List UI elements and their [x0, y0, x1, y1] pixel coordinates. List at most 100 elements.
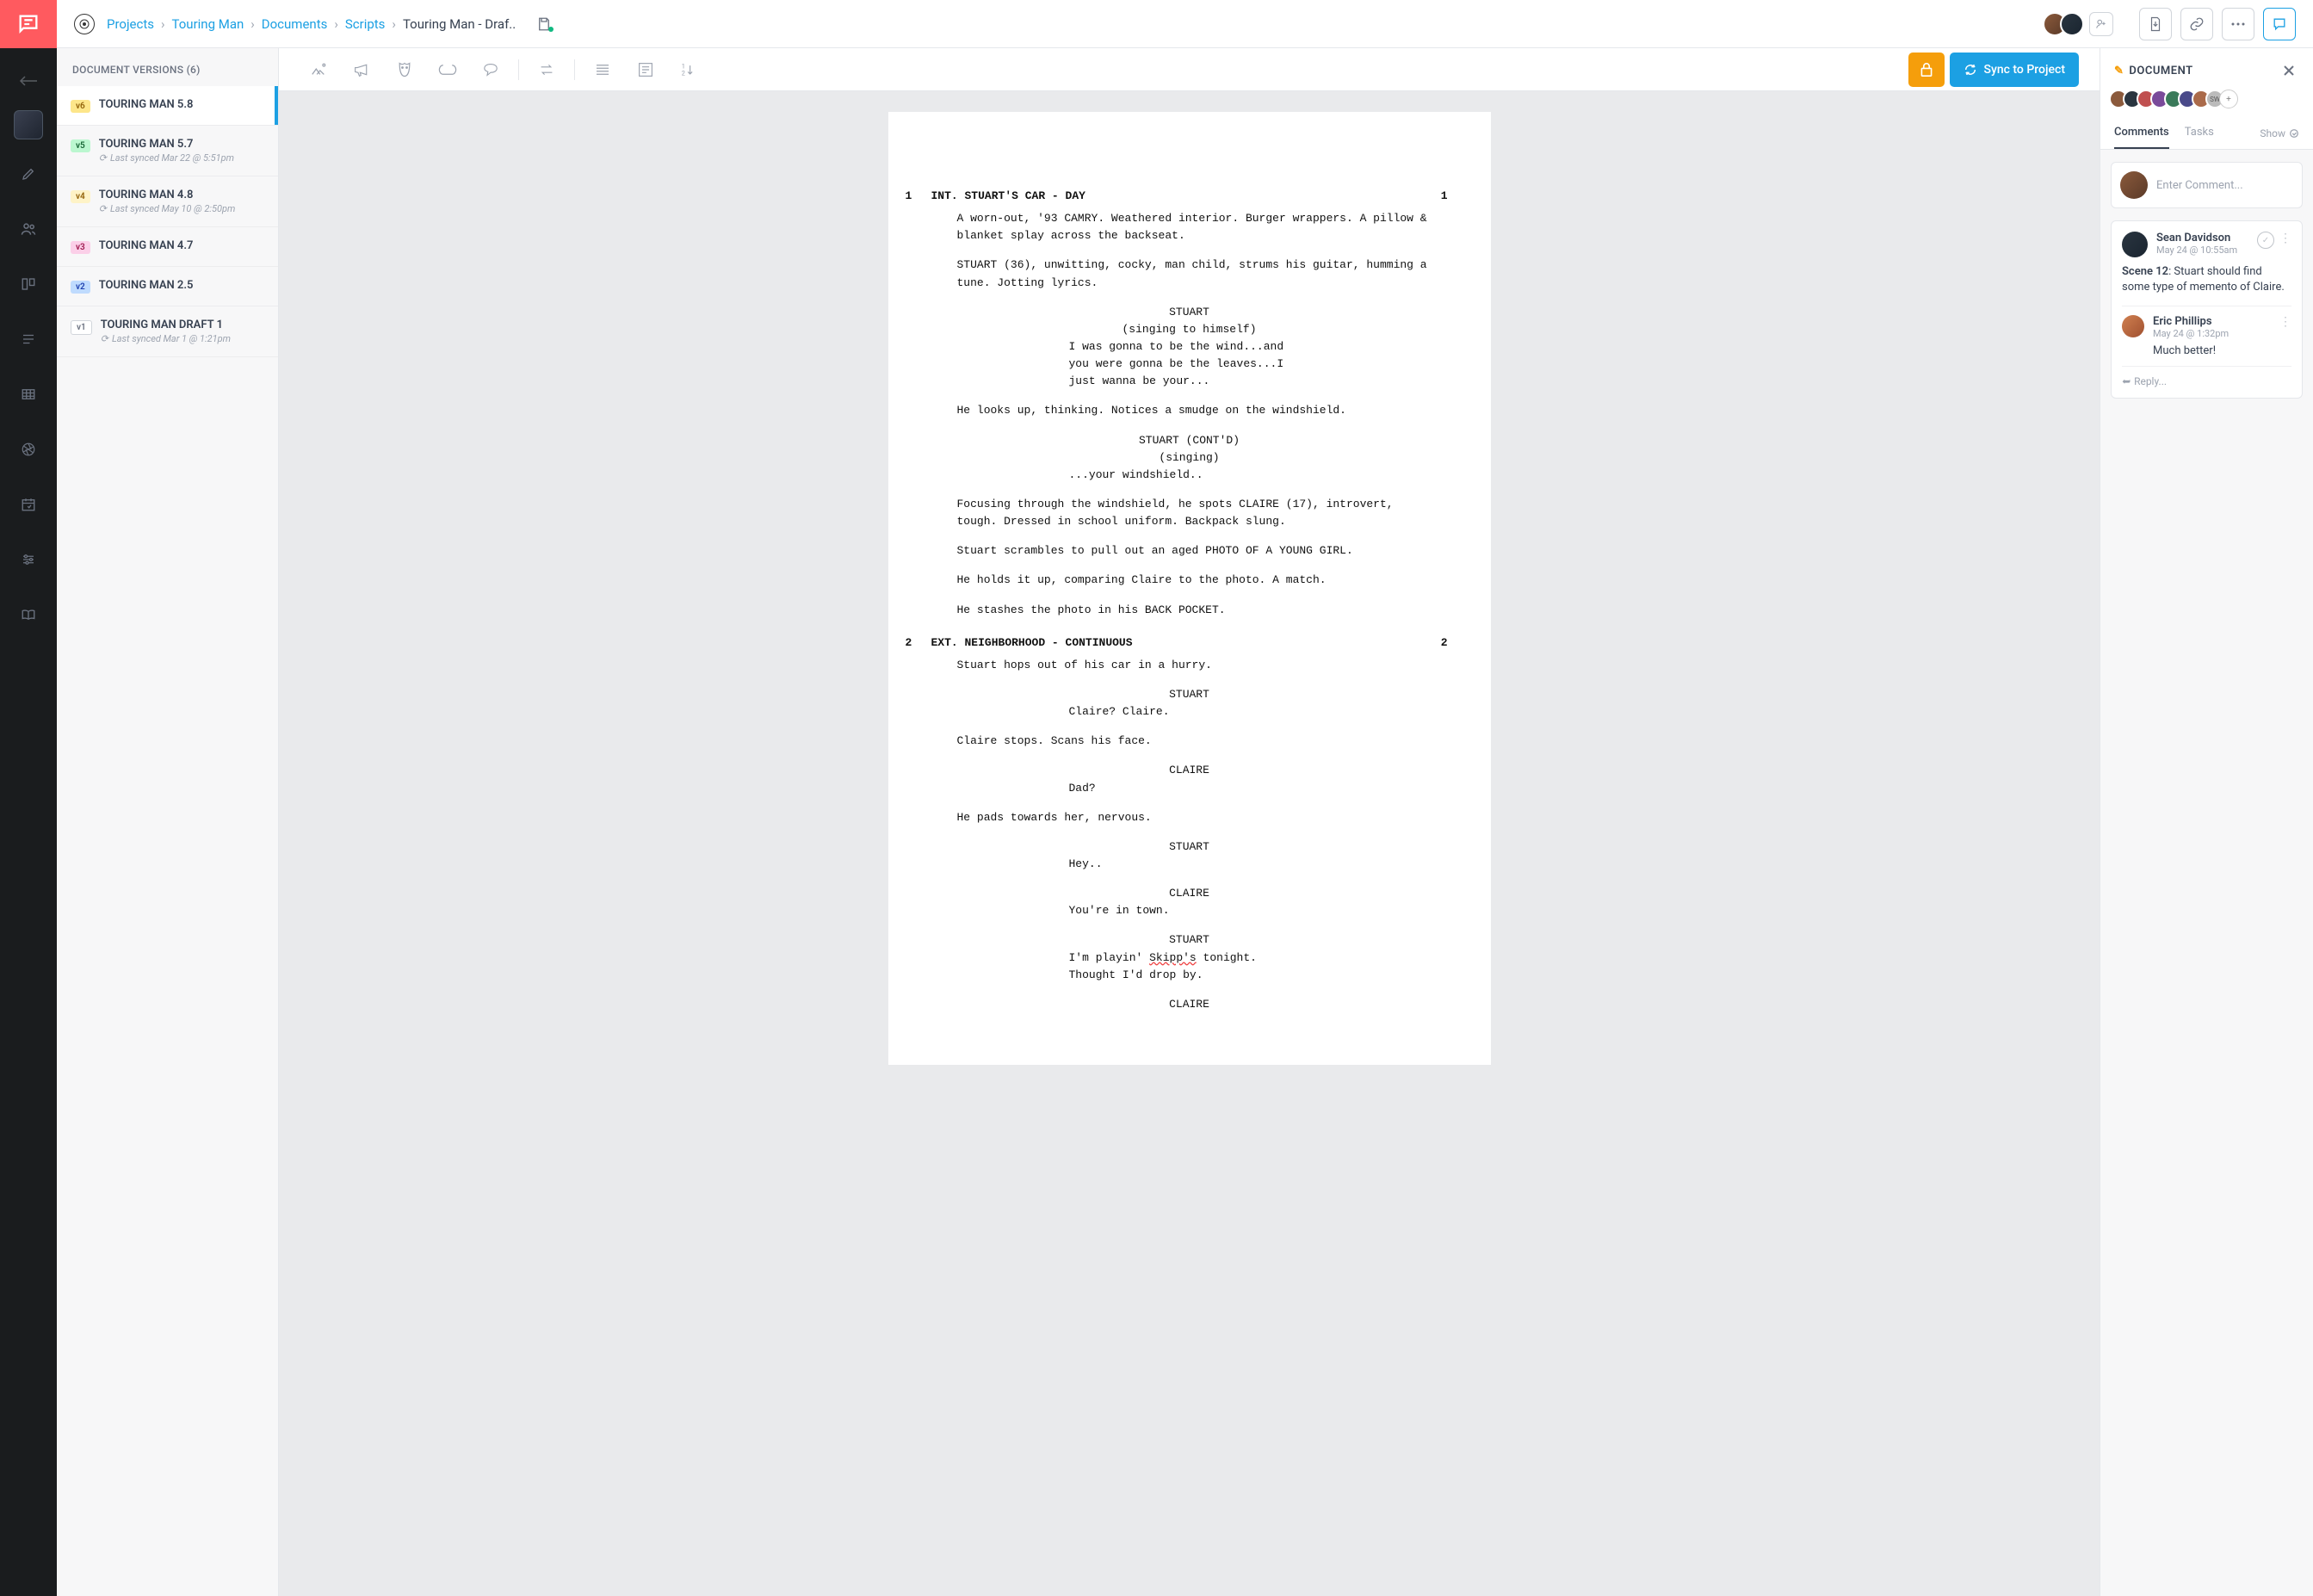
announce-tool-icon[interactable]: [343, 53, 380, 87]
reply-time: May 24 @ 1:32pm: [2153, 328, 2271, 339]
left-rail: [0, 0, 57, 1596]
comment-tool-icon[interactable]: [472, 53, 510, 87]
aperture-icon[interactable]: [8, 429, 49, 470]
crumb-projects[interactable]: Projects: [107, 16, 154, 32]
action-text: Claire stops. Scans his face.: [957, 733, 1431, 750]
resolve-button[interactable]: ✓: [2257, 232, 2274, 249]
crumb-project[interactable]: Touring Man: [172, 16, 244, 32]
add-collaborator-icon[interactable]: +: [2219, 90, 2238, 108]
export-button[interactable]: [2139, 8, 2172, 40]
save-status-icon[interactable]: [536, 16, 552, 32]
scene-heading: EXT. NEIGHBORHOOD - CONTINUOUS: [931, 634, 1133, 652]
tab-tasks[interactable]: Tasks: [2185, 117, 2214, 149]
breadcrumbs: Projects › Touring Man › Documents › Scr…: [107, 16, 516, 32]
boards-icon[interactable]: [8, 263, 49, 305]
project-thumbnail[interactable]: [14, 110, 43, 139]
chevron-right-icon: ›: [250, 16, 255, 32]
chevron-right-icon: ›: [334, 16, 338, 32]
link-button[interactable]: [2180, 8, 2213, 40]
parenthetical: (singing): [931, 449, 1448, 467]
align-tool-icon[interactable]: [584, 53, 622, 87]
sync-button-label: Sync to Project: [1984, 63, 2065, 77]
editor-area: 12 Sync to Project 1 INT. STUART'S CAR -…: [279, 48, 2100, 1596]
version-badge: v3: [71, 241, 90, 254]
app-logo[interactable]: [0, 0, 57, 48]
sliders-icon[interactable]: [8, 539, 49, 580]
top-bar: Projects › Touring Man › Documents › Scr…: [57, 0, 2313, 48]
back-arrow-icon[interactable]: [8, 60, 49, 102]
collaborator-avatars: [2050, 12, 2113, 36]
edit-icon[interactable]: [8, 153, 49, 195]
comment-body: Scene 12: Stuart should find some type o…: [2122, 264, 2291, 295]
reply-more-button[interactable]: ⋮: [2279, 315, 2291, 329]
note-tool-icon[interactable]: [627, 53, 665, 87]
project-icon[interactable]: [74, 14, 95, 34]
script-page[interactable]: 1 INT. STUART'S CAR - DAY 1 A worn-out, …: [888, 112, 1491, 1065]
version-badge: v2: [71, 281, 90, 294]
version-badge: v5: [71, 139, 90, 152]
version-item[interactable]: v3 TOURING MAN 4.7: [57, 227, 278, 267]
comment-author: Sean Davidson: [2156, 232, 2248, 244]
scene-number-left: 1: [906, 188, 912, 205]
version-name: TOURING MAN 5.8: [99, 98, 194, 111]
dialogue: I was gonna to be the wind...and you wer…: [1069, 338, 1310, 390]
more-button[interactable]: [2222, 8, 2254, 40]
numbering-tool-icon[interactable]: 12: [670, 53, 708, 87]
dialogue: ...your windshield..: [1069, 467, 1310, 484]
version-sync: ⟳ Last synced May 10 @ 2:50pm: [99, 203, 236, 214]
dialogue: Dad?: [1069, 780, 1310, 797]
reply-input[interactable]: ➥ Reply...: [2122, 366, 2291, 387]
avatar[interactable]: [2060, 12, 2084, 36]
comment-more-button[interactable]: ⋮: [2279, 232, 2291, 249]
action-text: Stuart scrambles to pull out an aged PHO…: [957, 542, 1431, 560]
dialogue: You're in town.: [1069, 902, 1310, 919]
comments-panel-button[interactable]: [2263, 8, 2296, 40]
chevron-right-icon: ›: [161, 16, 165, 32]
mask-tool-icon[interactable]: [386, 53, 424, 87]
crumb-documents[interactable]: Documents: [262, 16, 328, 32]
versions-title: DOCUMENT VERSIONS (6): [57, 48, 278, 86]
script-scroll[interactable]: 1 INT. STUART'S CAR - DAY 1 A worn-out, …: [279, 91, 2100, 1596]
character-cue: CLAIRE: [931, 996, 1448, 1013]
people-icon[interactable]: [8, 208, 49, 250]
comment-input[interactable]: Enter Comment...: [2111, 162, 2303, 208]
add-collaborator-button[interactable]: [2089, 12, 2113, 36]
sync-button[interactable]: Sync to Project: [1950, 53, 2079, 87]
version-item[interactable]: v1 TOURING MAN DRAFT 1 ⟳ Last synced Mar…: [57, 306, 278, 357]
version-item[interactable]: v6 TOURING MAN 5.8: [57, 86, 278, 126]
version-item[interactable]: v5 TOURING MAN 5.7 ⟳ Last synced Mar 22 …: [57, 126, 278, 176]
version-item[interactable]: v4 TOURING MAN 4.8 ⟳ Last synced May 10 …: [57, 176, 278, 227]
comment-card: Sean Davidson May 24 @ 10:55am ✓ ⋮ Scene…: [2111, 220, 2303, 399]
version-badge: v4: [71, 190, 90, 203]
version-name: TOURING MAN 4.7: [99, 239, 194, 252]
character-cue: STUART: [931, 931, 1448, 949]
svg-text:2: 2: [682, 69, 685, 77]
document-collaborators: SW +: [2100, 86, 2313, 117]
swap-tool-icon[interactable]: [528, 53, 566, 87]
action-text: STUART (36), unwitting, cocky, man child…: [957, 257, 1431, 291]
crumb-scripts[interactable]: Scripts: [345, 16, 386, 32]
character-cue: CLAIRE: [931, 885, 1448, 902]
lock-button[interactable]: [1908, 53, 1945, 87]
editor-toolbar: 12 Sync to Project: [279, 48, 2100, 91]
tab-comments[interactable]: Comments: [2114, 117, 2169, 149]
close-panel-button[interactable]: [2279, 60, 2299, 81]
table-icon[interactable]: [8, 374, 49, 415]
calendar-icon[interactable]: [8, 484, 49, 525]
action-text: Stuart hops out of his car in a hurry.: [957, 657, 1431, 674]
action-text: A worn-out, '93 CAMRY. Weathered interio…: [957, 210, 1431, 244]
scene-number-right: 2: [1441, 634, 1448, 652]
version-name: TOURING MAN 5.7: [99, 138, 234, 151]
action-text: Focusing through the windshield, he spot…: [957, 496, 1431, 530]
image-tool-icon[interactable]: [300, 53, 337, 87]
dialogue: I'm playin' Skipp's tonight. Thought I'd…: [1069, 950, 1310, 984]
show-filter[interactable]: Show: [2260, 127, 2299, 139]
action-text: He looks up, thinking. Notices a smudge …: [957, 402, 1431, 419]
list-icon[interactable]: [8, 319, 49, 360]
book-icon[interactable]: [8, 594, 49, 635]
avatar: [2122, 232, 2148, 257]
shape-tool-icon[interactable]: [429, 53, 467, 87]
action-text: He stashes the photo in his BACK POCKET.: [957, 602, 1431, 619]
pencil-icon: ✎: [2114, 65, 2124, 77]
version-item[interactable]: v2 TOURING MAN 2.5: [57, 267, 278, 306]
